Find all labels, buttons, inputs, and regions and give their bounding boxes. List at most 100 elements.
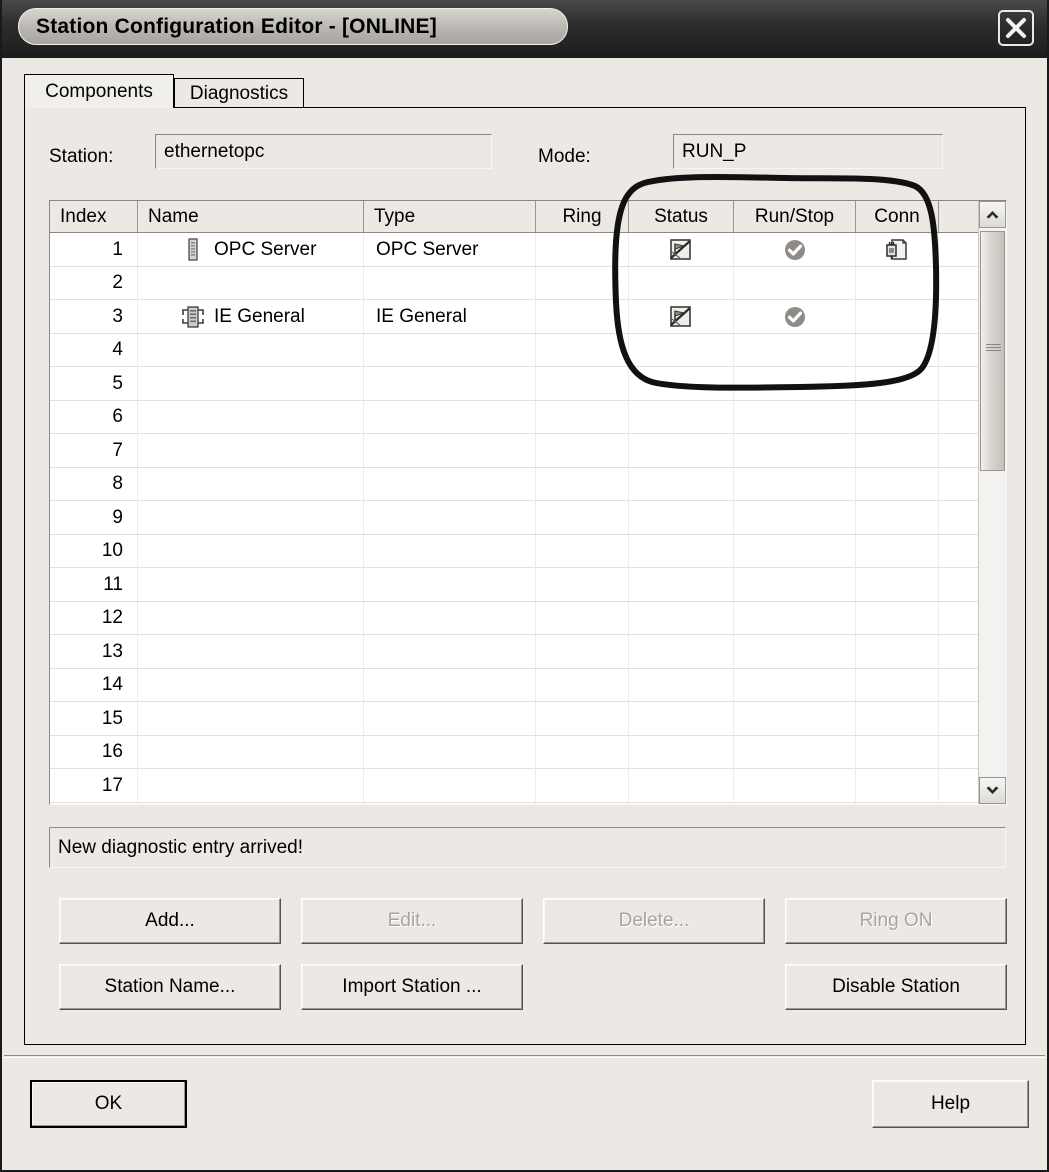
cell-status (629, 568, 734, 601)
mode-input[interactable]: RUN_P (673, 134, 943, 169)
cell-conn (856, 501, 939, 534)
import-station-button[interactable]: Import Station ... (301, 964, 523, 1010)
cell-name (138, 266, 364, 300)
column-header-run-stop[interactable]: Run/Stop (734, 201, 856, 232)
column-header-status[interactable]: Status (629, 201, 734, 232)
cell-ring (536, 434, 629, 467)
table-row[interactable]: 11 (50, 568, 980, 602)
cell-index: 12 (50, 601, 138, 635)
table-row[interactable]: 7 (50, 434, 980, 468)
cell-ring (536, 635, 629, 668)
cell-type (364, 635, 536, 668)
cell-ring (536, 568, 629, 601)
table-row[interactable]: 14 (50, 668, 980, 702)
cell-index: 15 (50, 702, 138, 735)
column-header-index[interactable]: Index (50, 201, 138, 232)
cell-ring (536, 333, 629, 367)
ok-button[interactable]: OK (30, 1080, 187, 1128)
cell-conn (856, 434, 939, 467)
cell-name (138, 568, 364, 601)
table-row[interactable]: 13 (50, 635, 980, 669)
cell-ring (536, 668, 629, 702)
cell-index: 1 (50, 233, 138, 266)
cell-conn (856, 233, 939, 266)
cell-spacer (939, 535, 980, 568)
table-row[interactable]: 1 OPC Server OPC Server (50, 233, 980, 267)
cell-name (138, 635, 364, 668)
cell-conn (856, 568, 939, 601)
cell-runstop (734, 266, 856, 300)
cell-ring (536, 601, 629, 635)
scrollbar-thumb[interactable] (980, 231, 1005, 471)
table-row[interactable]: 2 (50, 266, 980, 300)
column-header-ring[interactable]: Ring (536, 201, 629, 232)
cell-spacer (939, 568, 980, 601)
cell-ring (536, 769, 629, 802)
table-row[interactable]: 3 IE General IE General (50, 300, 980, 334)
module-icon (188, 237, 198, 261)
cell-ring (536, 367, 629, 400)
disable-station-button[interactable]: Disable Station (785, 964, 1007, 1010)
cell-ring (536, 534, 629, 568)
close-icon[interactable] (998, 10, 1034, 46)
check-circle-icon (784, 239, 805, 260)
column-header-conn[interactable]: Conn (856, 201, 939, 232)
cell-conn (856, 668, 939, 702)
table-row[interactable]: 12 (50, 601, 980, 635)
tab-components[interactable]: Components (24, 74, 174, 108)
column-header-type[interactable]: Type (364, 201, 536, 232)
cell-runstop (734, 300, 856, 333)
cell-runstop (734, 668, 856, 702)
cell-name (138, 333, 364, 367)
cell-status (629, 367, 734, 400)
cell-index: 14 (50, 668, 138, 702)
tab-diagnostics[interactable]: Diagnostics (174, 78, 304, 108)
table-row[interactable]: 16 (50, 735, 980, 769)
station-name-button[interactable]: Station Name... (59, 964, 281, 1010)
column-header-name[interactable]: Name (138, 201, 364, 232)
cell-status (629, 702, 734, 735)
cell-status (629, 300, 734, 333)
check-circle-icon (784, 306, 805, 327)
cell-conn (856, 367, 939, 400)
cell-spacer (939, 434, 980, 467)
table-row[interactable]: 6 (50, 400, 980, 434)
table-row[interactable]: 5 (50, 367, 980, 401)
cell-index: 10 (50, 534, 138, 568)
cell-status (629, 635, 734, 668)
ring-on-button: Ring ON (785, 898, 1007, 944)
cell-ring (536, 400, 629, 434)
cell-status (629, 601, 734, 635)
cell-ring (536, 467, 629, 501)
cell-index: 2 (50, 266, 138, 300)
table-row[interactable]: 8 (50, 467, 980, 501)
chevron-down-icon[interactable] (979, 777, 1006, 804)
cell-runstop (734, 467, 856, 501)
edit-button: Edit... (301, 898, 523, 944)
table-row[interactable]: 9 (50, 501, 980, 535)
cell-type: OPC Server (364, 233, 536, 266)
mode-label: Mode: (538, 146, 591, 167)
station-configuration-editor-window: Station Configuration Editor - [ONLINE] … (0, 0, 1049, 1172)
cell-name (138, 400, 364, 434)
cell-type (364, 702, 536, 735)
cell-type: IE General (364, 300, 536, 333)
table-vertical-scrollbar[interactable] (978, 201, 1006, 804)
table-body: 1 OPC Server OPC Server 2 3 IE General IE Gene… (50, 233, 980, 804)
cell-type (364, 434, 536, 467)
cell-index: 13 (50, 635, 138, 668)
table-row[interactable]: 10 (50, 534, 980, 568)
cell-runstop (734, 735, 856, 769)
table-row[interactable]: 17 (50, 769, 980, 803)
table-row[interactable]: 4 (50, 333, 980, 367)
station-input[interactable]: ethernetopc (155, 134, 492, 169)
add-button[interactable]: Add... (59, 898, 281, 944)
cell-name (138, 668, 364, 702)
help-button[interactable]: Help (872, 1080, 1029, 1128)
cell-index: 11 (50, 568, 138, 601)
cell-status (629, 233, 734, 266)
cell-spacer (939, 267, 980, 300)
cell-name-label: OPC Server (214, 238, 317, 260)
table-row[interactable]: 15 (50, 702, 980, 736)
chevron-up-icon[interactable] (979, 201, 1006, 228)
